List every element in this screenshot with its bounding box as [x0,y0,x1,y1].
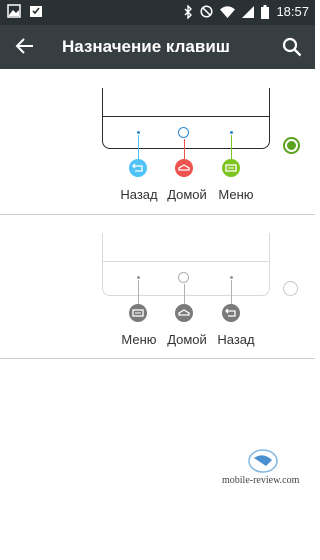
menu-icon [129,304,147,322]
leader-line [138,135,139,159]
back-icon [129,159,147,177]
leader-line [138,280,139,305]
menu-icon [222,159,240,177]
divider [0,358,315,359]
image-icon [7,4,21,18]
signal-icon [242,5,255,18]
phone-screen [103,233,269,262]
leader-line [184,139,185,159]
home-key-ring [178,127,189,138]
bluetooth-icon [184,4,193,19]
key-label-back: Назад [217,332,255,347]
leader-line [231,135,232,159]
status-time: 18:57 [276,4,309,19]
search-icon[interactable] [281,36,303,58]
menu-key-dot [230,131,233,134]
watermark-logo [248,449,278,473]
page-title: Назначение клавиш [62,37,230,56]
leader-line [184,284,185,305]
status-bar: 18:57 [0,0,315,25]
key-label-menu: Меню [218,187,254,202]
home-icon [175,159,193,177]
phone-screen [103,88,269,117]
phone-outline [102,88,270,149]
checklist-icon [30,6,42,17]
key-layout-option-2[interactable]: Меню Домой Назад [0,215,315,358]
menu-key-dot [137,276,140,279]
app-toolbar: Назначение клавиш [0,25,315,69]
back-key-dot [137,131,140,134]
battery-icon [261,4,270,19]
arrow-back-icon[interactable] [14,35,36,57]
home-key-ring [178,272,189,283]
home-icon [175,304,193,322]
do-not-disturb-icon [200,5,214,18]
radio-selected[interactable] [283,137,300,154]
phone-outline [102,233,270,296]
watermark-text: mobile-review.com [222,475,300,486]
back-icon [222,304,240,322]
leader-line [231,280,232,305]
key-layout-option-1[interactable]: Назад Домой Меню [0,69,315,215]
radio-unselected[interactable] [283,281,298,296]
back-key-dot [230,276,233,279]
wifi-icon [220,5,236,18]
radio-dot [287,141,296,150]
